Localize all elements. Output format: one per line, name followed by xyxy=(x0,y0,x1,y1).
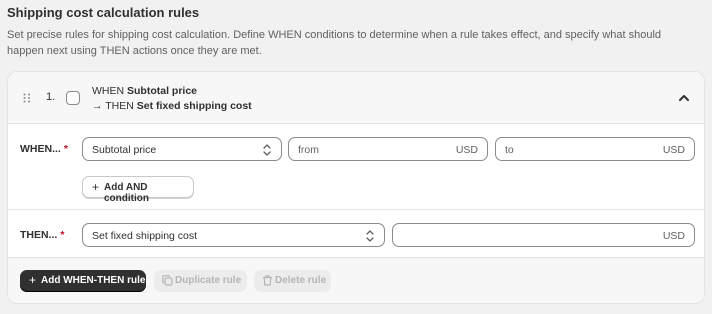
select-chevron-icon xyxy=(263,144,271,156)
shipping-cost-input[interactable]: USD xyxy=(392,223,695,247)
then-action-value: Set fixed shipping cost xyxy=(92,230,198,242)
price-to-input[interactable]: to USD xyxy=(495,137,695,161)
rule-header[interactable]: 1. WHEN Subtotal price → THEN Set fixed … xyxy=(8,72,704,124)
required-mark: * xyxy=(60,229,65,241)
price-from-placeholder: from xyxy=(298,144,319,156)
price-from-input[interactable]: from USD xyxy=(288,137,488,161)
when-label: WHEN... * xyxy=(20,143,68,155)
duplicate-rule-button[interactable]: Duplicate rule xyxy=(154,270,247,292)
rule-summary-then: → THEN Set fixed shipping cost xyxy=(92,100,252,112)
page-title: Shipping cost calculation rules xyxy=(7,5,200,20)
select-chevron-icon xyxy=(366,230,374,242)
page-description: Set precise rules for shipping cost calc… xyxy=(7,29,662,57)
plus-icon: + xyxy=(92,180,100,194)
summary-then-value: Set fixed shipping cost xyxy=(136,100,252,112)
delete-rule-label: Delete rule xyxy=(275,275,327,286)
plus-icon: + xyxy=(29,273,37,287)
add-when-then-rule-button[interactable]: + Add WHEN-THEN rule xyxy=(20,270,146,292)
summary-when-value: Subtotal price xyxy=(127,85,198,97)
rule-index: 1. xyxy=(46,91,56,103)
chevron-up-icon[interactable] xyxy=(676,90,692,106)
then-label-text: THEN... xyxy=(20,229,58,241)
add-rule-label: Add WHEN-THEN rule xyxy=(41,275,146,286)
rule-select-checkbox[interactable] xyxy=(66,91,80,105)
when-condition-select[interactable]: Subtotal price xyxy=(82,137,282,161)
required-mark: * xyxy=(63,143,68,155)
then-action-select[interactable]: Set fixed shipping cost xyxy=(82,223,385,247)
duplicate-icon xyxy=(162,275,173,286)
rule-actions-bar: + Add WHEN-THEN rule Duplicate rule Dele… xyxy=(8,257,704,303)
price-to-currency: USD xyxy=(662,144,685,156)
drag-handle-icon[interactable] xyxy=(23,93,31,103)
add-and-condition-button[interactable]: + Add AND condition xyxy=(82,176,194,204)
rule-summary-when: WHEN Subtotal price xyxy=(92,85,197,97)
price-to-placeholder: to xyxy=(505,144,514,156)
add-and-condition-label: Add AND condition xyxy=(104,182,149,204)
summary-when-prefix: WHEN xyxy=(92,85,127,97)
rule-card: 1. WHEN Subtotal price → THEN Set fixed … xyxy=(7,71,705,304)
price-from-currency: USD xyxy=(455,144,478,156)
duplicate-rule-label: Duplicate rule xyxy=(175,275,242,286)
trash-icon xyxy=(263,275,272,286)
when-label-text: WHEN... xyxy=(20,143,61,155)
row-divider xyxy=(8,209,704,210)
delete-rule-button[interactable]: Delete rule xyxy=(254,270,331,292)
then-label: THEN... * xyxy=(20,229,64,241)
summary-then-prefix: → THEN xyxy=(92,100,137,112)
when-condition-value: Subtotal price xyxy=(92,144,157,156)
shipping-cost-currency: USD xyxy=(662,230,685,242)
